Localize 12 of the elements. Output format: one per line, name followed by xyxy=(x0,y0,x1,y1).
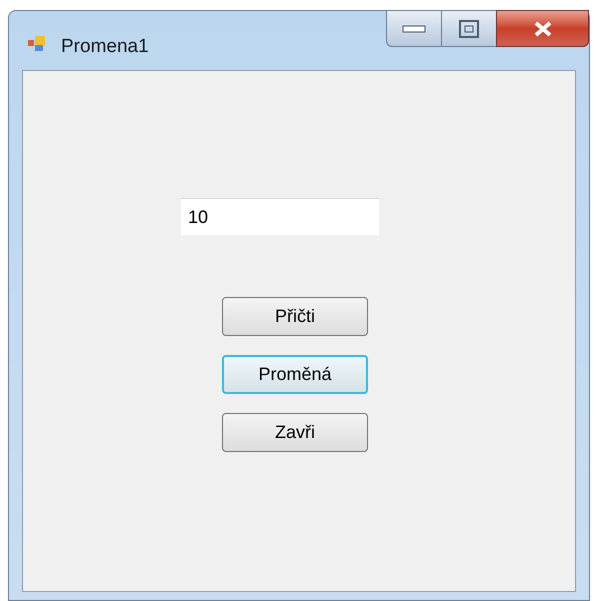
push-button[interactable]: Přičti xyxy=(222,297,368,336)
close-icon xyxy=(532,20,552,36)
push-button[interactable]: Zavři xyxy=(222,413,368,452)
text-field[interactable]: 10 xyxy=(181,198,379,235)
window-title: Promena1 xyxy=(61,35,149,59)
minimize-icon xyxy=(402,24,426,32)
minimize-button[interactable] xyxy=(386,10,442,47)
app-icon xyxy=(27,33,47,53)
maximize-icon xyxy=(459,20,479,38)
close-button[interactable] xyxy=(496,10,589,47)
push-button[interactable]: Proměná xyxy=(222,355,368,394)
maximize-button[interactable] xyxy=(442,10,496,47)
